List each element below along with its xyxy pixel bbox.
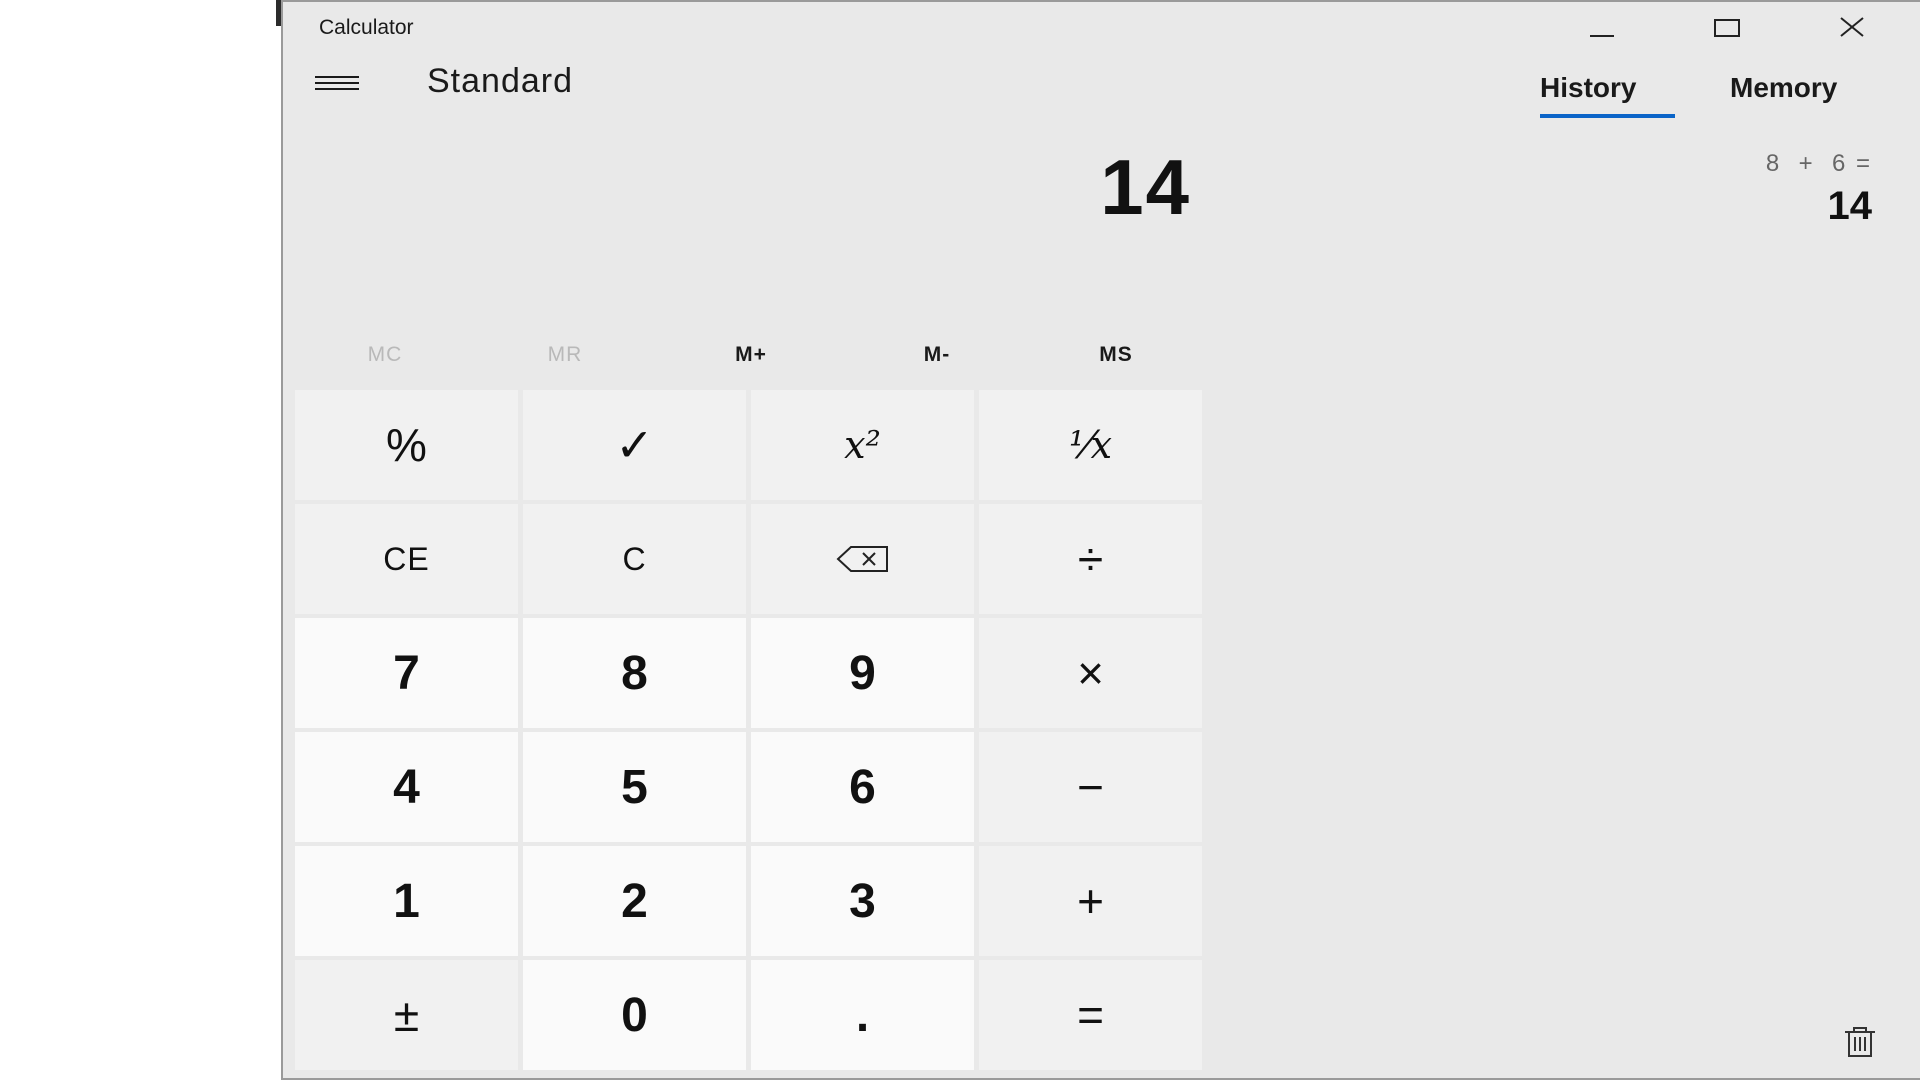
clear-button[interactable]: C <box>523 504 746 614</box>
tab-history[interactable]: History <box>1540 72 1636 112</box>
navigation-menu-button[interactable] <box>313 66 361 102</box>
digit-9-button[interactable]: 9 <box>751 618 974 728</box>
keypad: % ✓ x² ¹⁄x CE C ÷ 7 8 9 × 4 5 6 − 1 2 3 … <box>295 390 1203 1070</box>
digit-7-button[interactable]: 7 <box>295 618 518 728</box>
square-button[interactable]: x² <box>751 390 974 500</box>
active-tab-indicator <box>1540 114 1675 118</box>
history-result: 14 <box>1827 184 1873 228</box>
result-display: 14 <box>283 142 1189 233</box>
decimal-button[interactable]: . <box>751 960 974 1070</box>
memory-subtract-button[interactable]: M- <box>847 332 1027 378</box>
minimize-icon <box>1590 35 1614 37</box>
digit-3-button[interactable]: 3 <box>751 846 974 956</box>
backspace-button[interactable] <box>751 504 974 614</box>
add-button[interactable]: + <box>979 846 1202 956</box>
history-item[interactable]: 8 + 6 = 14 <box>1766 150 1872 229</box>
close-button[interactable] <box>1802 2 1902 52</box>
subtract-button[interactable]: − <box>979 732 1202 842</box>
maximize-button[interactable] <box>1677 2 1777 52</box>
memory-controls: MC MR M+ M- MS <box>295 332 1195 378</box>
display-value: 14 <box>1100 143 1191 231</box>
history-expression: 8 + 6 = <box>1765 150 1872 177</box>
equals-button[interactable]: = <box>979 960 1202 1070</box>
digit-2-button[interactable]: 2 <box>523 846 746 956</box>
percent-button[interactable]: % <box>295 390 518 500</box>
memory-clear-button[interactable]: MC <box>295 332 475 378</box>
negate-button[interactable]: ± <box>295 960 518 1070</box>
calculator-mode-title: Standard <box>427 62 573 100</box>
digit-1-button[interactable]: 1 <box>295 846 518 956</box>
tab-memory[interactable]: Memory <box>1730 72 1837 112</box>
close-icon <box>1840 17 1864 37</box>
digit-0-button[interactable]: 0 <box>523 960 746 1070</box>
maximize-icon <box>1714 19 1740 37</box>
clear-history-button[interactable] <box>1838 1020 1882 1064</box>
divide-button[interactable]: ÷ <box>979 504 1202 614</box>
multiply-button[interactable]: × <box>979 618 1202 728</box>
trash-icon <box>1845 1027 1875 1057</box>
hamburger-icon <box>315 76 359 90</box>
digit-4-button[interactable]: 4 <box>295 732 518 842</box>
minimize-button[interactable] <box>1552 2 1652 52</box>
clear-entry-button[interactable]: CE <box>295 504 518 614</box>
digit-6-button[interactable]: 6 <box>751 732 974 842</box>
square-root-button[interactable]: ✓ <box>523 390 746 500</box>
digit-8-button[interactable]: 8 <box>523 618 746 728</box>
title-bar[interactable]: Calculator <box>283 2 1920 52</box>
reciprocal-button[interactable]: ¹⁄x <box>979 390 1202 500</box>
app-title: Calculator <box>319 16 414 39</box>
memory-add-button[interactable]: M+ <box>661 332 841 378</box>
digit-5-button[interactable]: 5 <box>523 732 746 842</box>
memory-store-button[interactable]: MS <box>1026 332 1206 378</box>
calculator-window: Calculator Standard 14 MC MR M+ M- MS % … <box>281 0 1920 1080</box>
backspace-icon <box>836 546 888 572</box>
memory-recall-button[interactable]: MR <box>475 332 655 378</box>
